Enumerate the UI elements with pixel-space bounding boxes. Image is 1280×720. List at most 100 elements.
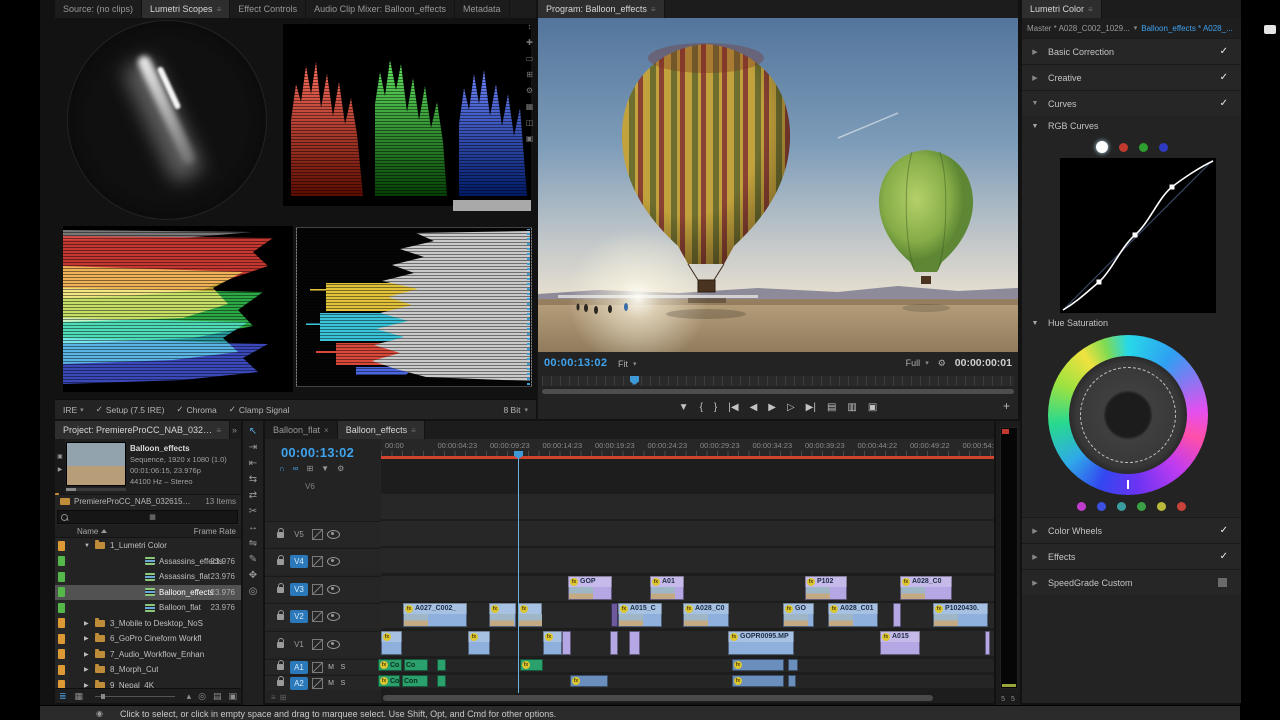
lumetri-section-creative[interactable]: ▶Creative✓ — [1022, 64, 1241, 90]
selection-tool[interactable]: ↖ — [249, 426, 257, 437]
mark-in-button[interactable]: { — [700, 402, 703, 413]
sync-lock-icon[interactable] — [312, 639, 323, 650]
project-search-input[interactable]: ▦ — [57, 510, 238, 524]
master-clip-label[interactable]: Master * A028_C002_1029... — [1027, 24, 1130, 33]
sync-lock-icon[interactable] — [312, 556, 323, 567]
curve-channel-blue[interactable] — [1159, 143, 1168, 152]
tab-metadata[interactable]: Metadata — [455, 0, 510, 18]
track-header-a1[interactable]: A1MS — [265, 659, 381, 674]
button-editor-plus[interactable]: + — [1003, 399, 1010, 413]
timeline-clip[interactable]: fx — [518, 603, 542, 627]
label-chip-green[interactable] — [58, 603, 65, 613]
solo-button[interactable]: S — [339, 664, 347, 671]
chevron-right-icon[interactable]: ▶ — [84, 620, 89, 627]
track-header-v2[interactable]: V2 — [265, 603, 381, 629]
label-chip-orange[interactable] — [58, 649, 65, 659]
list-view-icon[interactable]: ≣ — [59, 691, 67, 702]
panel-menu-icon[interactable]: ≡ — [216, 426, 221, 435]
track-header-v5[interactable]: V5 — [265, 521, 381, 547]
hue-preset-5[interactable] — [1177, 502, 1186, 511]
project-item-balloon-flat[interactable]: Balloon_flat23.976 — [55, 600, 241, 616]
ripple-edit-tool[interactable]: ⇤ — [249, 458, 257, 469]
checkbox-checked[interactable]: ✓ — [1220, 525, 1228, 536]
project-item-6-gopro-cineform-workfl[interactable]: ▶6_GoPro Cineform Workfl — [55, 631, 241, 647]
chevron-right-icon[interactable]: ▶ — [84, 635, 89, 642]
pen-tool[interactable]: ✎ — [249, 554, 257, 565]
chevron-down-icon[interactable]: ▼ — [84, 543, 90, 549]
scope-strip-icon-5[interactable]: ▦ — [526, 102, 534, 111]
label-chip-orange[interactable] — [58, 634, 65, 644]
sync-lock-icon[interactable] — [312, 611, 323, 622]
rgb-curves-header[interactable]: ▼ RGB Curves — [1022, 116, 1241, 136]
go-to-in-button[interactable]: |◀ — [728, 402, 738, 413]
lock-icon[interactable] — [277, 664, 284, 670]
preview-thumbnail[interactable] — [66, 442, 126, 486]
lumetri-section-speedgrade-custom[interactable]: ▶SpeedGrade Custom — [1022, 569, 1241, 595]
timeline-clip-p1020430[interactable]: fxP1020430. — [933, 603, 988, 627]
track-visibility-eye-icon[interactable] — [327, 612, 340, 621]
timeline-clip[interactable]: fx — [489, 603, 516, 627]
track-badge-v2[interactable]: V2 — [290, 610, 308, 623]
hand-tool[interactable]: ✥ — [249, 570, 257, 581]
label-chip-orange[interactable] — [58, 665, 65, 675]
timeline-clip[interactable] — [437, 675, 446, 687]
timeline-clip[interactable]: fx — [468, 631, 490, 655]
scope-strip-icon-7[interactable]: ▣ — [526, 134, 534, 143]
slide-tool[interactable]: ⇋ — [249, 538, 257, 549]
timeline-settings-icon[interactable]: ⊞ — [306, 464, 313, 473]
timeline-clip[interactable]: fx — [732, 659, 784, 671]
timeline-clip[interactable] — [437, 659, 446, 671]
lumetri-section-curves[interactable]: ▼Curves✓ — [1022, 90, 1241, 116]
automate-to-sequence-icon[interactable]: ▴ — [187, 691, 192, 702]
settings-wrench-icon[interactable]: ⚙ — [938, 358, 946, 369]
hue-preset-4[interactable] — [1157, 502, 1166, 511]
panel-menu-icon[interactable]: ≡ — [411, 426, 416, 435]
timeline-clip-go[interactable]: fxGO — [783, 603, 814, 627]
sync-lock-icon[interactable] — [312, 662, 323, 673]
preview-scrubber[interactable] — [66, 488, 126, 491]
lumetri-section-color-wheels[interactable]: ▶Color Wheels✓ — [1022, 517, 1241, 543]
timeline-clip[interactable]: fx — [570, 675, 608, 687]
track-visibility-eye-icon[interactable] — [327, 530, 340, 539]
project-item-3-mobile-to-desktop-nos[interactable]: ▶3_Mobile to Desktop_NoS — [55, 616, 241, 632]
chevron-right-icon[interactable]: ▶ — [84, 666, 89, 673]
timeline-clip[interactable] — [610, 631, 618, 655]
tab-sequence-balloon-flat[interactable]: Balloon_flat× — [265, 421, 338, 439]
timeline-clip[interactable] — [611, 603, 618, 627]
add-marker-icon[interactable]: ▼ — [321, 464, 329, 473]
play-button[interactable]: ▶ — [768, 402, 776, 413]
timeline-clip-a028-c0[interactable]: fxA028_C0 — [900, 576, 952, 600]
lock-icon[interactable] — [277, 680, 284, 686]
camera-icon[interactable]: ▣ — [57, 453, 63, 460]
panel-menu-icon[interactable]: ≡ — [651, 5, 656, 14]
linked-selection-icon[interactable]: ∞ — [293, 464, 299, 473]
timeline-clip-gop[interactable]: fxGOP — [568, 576, 612, 600]
step-back-button[interactable]: ◀ — [750, 402, 758, 413]
bit-depth-dropdown[interactable]: 8 Bit▾ — [503, 405, 528, 415]
hue-preset-3[interactable] — [1137, 502, 1146, 511]
curve-channel-green[interactable] — [1139, 143, 1148, 152]
checkbox-checked[interactable]: ✓ — [1220, 46, 1228, 57]
mute-button[interactable]: M — [327, 664, 335, 671]
timeline-scrollbar[interactable] — [383, 695, 933, 701]
timeline-timecode[interactable]: 00:00:13:02 — [281, 445, 354, 460]
timeline-clip[interactable]: fx — [543, 631, 562, 655]
program-timecode[interactable]: 00:00:13:02 — [544, 357, 607, 369]
razor-tool[interactable]: ✂ — [249, 506, 257, 517]
rgb-curve-editor[interactable] — [1060, 158, 1216, 313]
panel-menu-icon[interactable]: ≡ — [217, 5, 222, 14]
track-header-v3[interactable]: V3 — [265, 576, 381, 602]
rate-stretch-tool[interactable]: ⇄ — [249, 490, 257, 501]
lumetri-section-effects[interactable]: ▶Effects✓ — [1022, 543, 1241, 569]
lock-icon[interactable] — [277, 532, 284, 538]
scale-mode-dropdown[interactable]: IRE▾ — [63, 405, 84, 415]
timeline-clip[interactable]: fx — [520, 659, 543, 671]
checkbox-unchecked[interactable] — [1218, 578, 1227, 587]
sequence-clip-label[interactable]: Balloon_effects * A028_... — [1141, 24, 1232, 33]
timeline-clip-p102[interactable]: fxP102 — [805, 576, 847, 600]
new-bin-icon[interactable]: ▤ — [213, 691, 222, 702]
new-item-icon[interactable]: ▣ — [228, 691, 237, 702]
tab-effect-controls[interactable]: Effect Controls — [230, 0, 306, 18]
program-playhead[interactable] — [630, 376, 639, 385]
zoom-tool[interactable]: ◎ — [249, 586, 258, 597]
